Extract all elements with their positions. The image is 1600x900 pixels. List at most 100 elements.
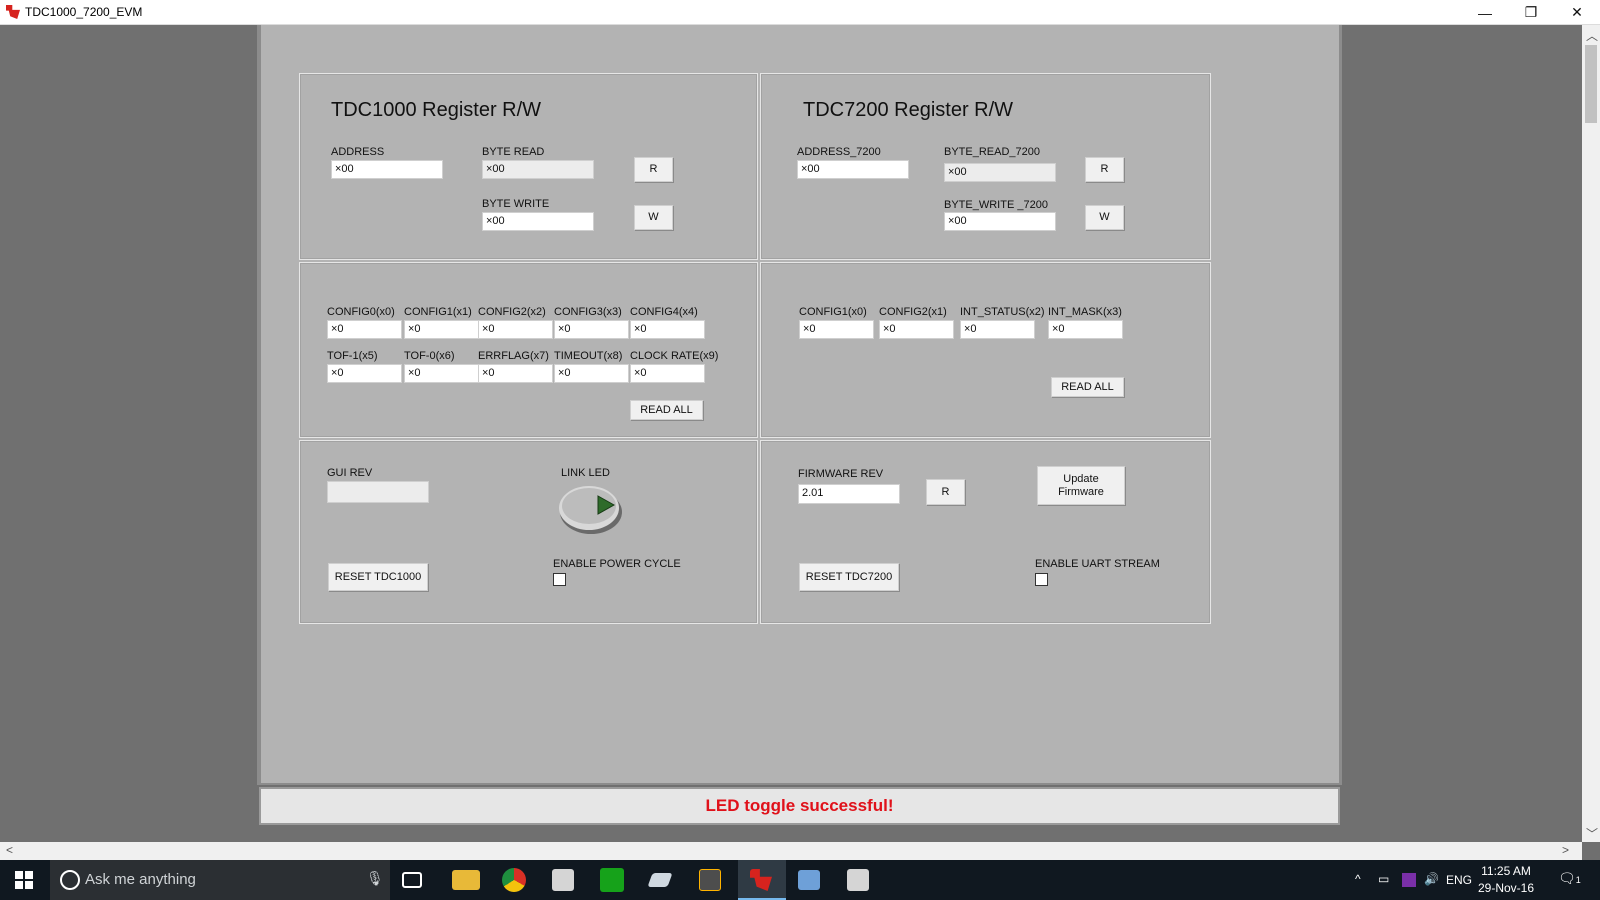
firmware-read-button[interactable]: R	[926, 479, 965, 505]
tdc7200-write-button[interactable]: W	[1085, 205, 1124, 230]
language-indicator[interactable]: ENG	[1446, 873, 1472, 887]
tdc1000-write-button[interactable]: W	[634, 205, 673, 230]
firmware-rev-label: FIRMWARE REV	[798, 468, 884, 480]
byte-read-7200-label: BYTE_READ_7200	[944, 146, 1040, 158]
uart-stream-checkbox[interactable]	[1035, 573, 1048, 586]
config4-label: CONFIG4(x4)	[630, 306, 698, 318]
scroll-right-icon[interactable]: >	[1562, 843, 1569, 857]
sublime-icon[interactable]	[699, 869, 721, 891]
update-firmware-line1: Update	[1063, 472, 1099, 485]
task-view-icon[interactable]	[402, 872, 422, 888]
address-field[interactable]: ×00	[331, 160, 443, 179]
tdc1000-read-button[interactable]: R	[634, 157, 673, 182]
chrome-icon[interactable]	[502, 868, 526, 892]
restore-button[interactable]: ❐	[1508, 0, 1554, 25]
config2-label: CONFIG2(x2)	[478, 306, 546, 318]
cortana-icon	[60, 870, 80, 890]
config0-field[interactable]: ×0	[327, 320, 402, 339]
hsp-app-icon[interactable]	[600, 868, 624, 892]
window-title: TDC1000_7200_EVM	[25, 5, 143, 19]
network-icon[interactable]: ▭	[1378, 872, 1389, 886]
errflag-label: ERRFLAG(x7)	[478, 350, 549, 362]
led-play-icon	[559, 486, 622, 534]
tof1-field[interactable]: ×0	[327, 364, 402, 383]
int-mask-field[interactable]: ×0	[1048, 320, 1123, 339]
title-bar: TDC1000_7200_EVM — ❐ ✕	[0, 0, 1600, 25]
update-firmware-line2: Firmware	[1058, 485, 1104, 498]
errflag-field[interactable]: ×0	[478, 364, 553, 383]
horizontal-scrollbar[interactable]: < >	[0, 842, 1582, 860]
clock[interactable]: 11:25 AM 29-Nov-16	[1478, 863, 1534, 897]
config1-7200-label: CONFIG1(x0)	[799, 306, 867, 318]
tdc7200-rw-title: TDC7200 Register R/W	[803, 99, 1014, 121]
timeout-field[interactable]: ×0	[554, 364, 629, 383]
clock-rate-field[interactable]: ×0	[630, 364, 705, 383]
byte-read-label: BYTE READ	[482, 146, 545, 158]
taskbar-search[interactable]: Ask me anything 🎙	[50, 860, 390, 900]
uart-stream-label: ENABLE UART STREAM	[1035, 558, 1160, 570]
tof0-label: TOF-0(x6)	[404, 350, 455, 362]
minimize-button[interactable]: —	[1462, 0, 1508, 25]
volume-icon[interactable]: 🔊	[1424, 872, 1439, 886]
config1-field[interactable]: ×0	[404, 320, 479, 339]
tof1-label: TOF-1(x5)	[327, 350, 378, 362]
reset-tdc1000-button[interactable]: RESET TDC1000	[328, 563, 428, 591]
int-status-label: INT_STATUS(x2)	[960, 306, 1045, 318]
tdc7200-read-button[interactable]: R	[1085, 157, 1124, 182]
config1-label: CONFIG1(x1)	[404, 306, 472, 318]
reset-tdc7200-button[interactable]: RESET TDC7200	[799, 563, 899, 591]
tof0-field[interactable]: ×0	[404, 364, 479, 383]
clock-date: 29-Nov-16	[1478, 881, 1535, 895]
microphone-icon[interactable]: 🎙	[366, 870, 384, 887]
address-label: ADDRESS	[331, 146, 385, 158]
notification-count: 1	[1575, 875, 1581, 885]
status-message: LED toggle successful!	[259, 787, 1340, 825]
config0-label: CONFIG0(x0)	[327, 306, 395, 318]
tdc1000-read-all-button[interactable]: READ ALL	[630, 400, 703, 420]
gui-rev-field	[327, 481, 429, 503]
byte-read-field: ×00	[482, 160, 594, 179]
clock-time: 11:25 AM	[1481, 864, 1531, 878]
cube-app-icon[interactable]	[552, 869, 574, 891]
update-firmware-button[interactable]: Update Firmware	[1037, 466, 1125, 505]
scroll-left-icon[interactable]: <	[6, 843, 13, 857]
show-hidden-icons-icon[interactable]: ^	[1355, 872, 1361, 886]
tdc7200-read-all-button[interactable]: READ ALL	[1051, 377, 1124, 397]
int-status-field[interactable]: ×0	[960, 320, 1035, 339]
close-button[interactable]: ✕	[1554, 0, 1600, 25]
byte-write-field[interactable]: ×00	[482, 212, 594, 231]
byte-write-7200-label: BYTE_WRITE _7200	[944, 199, 1048, 211]
scroll-down-icon[interactable]: ﹀	[1586, 825, 1598, 842]
cube-app-2-icon[interactable]	[847, 869, 869, 891]
config2-field[interactable]: ×0	[478, 320, 553, 339]
pen-app-icon[interactable]	[647, 873, 673, 887]
power-cycle-checkbox[interactable]	[553, 573, 566, 586]
link-led-label: LINK LED	[561, 467, 610, 479]
config1-7200-field[interactable]: ×0	[799, 320, 874, 339]
vertical-scrollbar[interactable]: ︿ ﹀	[1582, 25, 1600, 842]
power-cycle-label: ENABLE POWER CYCLE	[553, 558, 681, 570]
windows-logo-icon	[15, 871, 33, 889]
gui-rev-label: GUI REV	[327, 467, 373, 479]
config2-7200-field[interactable]: ×0	[879, 320, 954, 339]
config4-field[interactable]: ×0	[630, 320, 705, 339]
vertical-scroll-thumb[interactable]	[1585, 45, 1597, 123]
address-7200-label: ADDRESS_7200	[797, 146, 881, 158]
config2-7200-label: CONFIG2(x1)	[879, 306, 947, 318]
int-mask-label: INT_MASK(x3)	[1048, 306, 1122, 318]
timeout-label: TIMEOUT(x8)	[554, 350, 623, 362]
tray-app-icon[interactable]	[1402, 873, 1416, 887]
config3-field[interactable]: ×0	[554, 320, 629, 339]
action-center-icon[interactable]: 🗨1	[1558, 870, 1581, 887]
file-explorer-icon[interactable]	[452, 870, 480, 890]
start-button[interactable]	[0, 860, 48, 900]
address-7200-field[interactable]: ×00	[797, 160, 909, 179]
tdc1000-rw-title: TDC1000 Register R/W	[331, 99, 542, 121]
tdc7200-registers-box	[760, 262, 1211, 438]
scroll-up-icon[interactable]: ︿	[1586, 27, 1598, 44]
link-led-button[interactable]	[558, 480, 624, 536]
config3-label: CONFIG3(x3)	[554, 306, 622, 318]
computer-app-icon[interactable]	[798, 870, 820, 890]
search-placeholder: Ask me anything	[85, 871, 196, 888]
byte-write-7200-field[interactable]: ×00	[944, 212, 1056, 231]
